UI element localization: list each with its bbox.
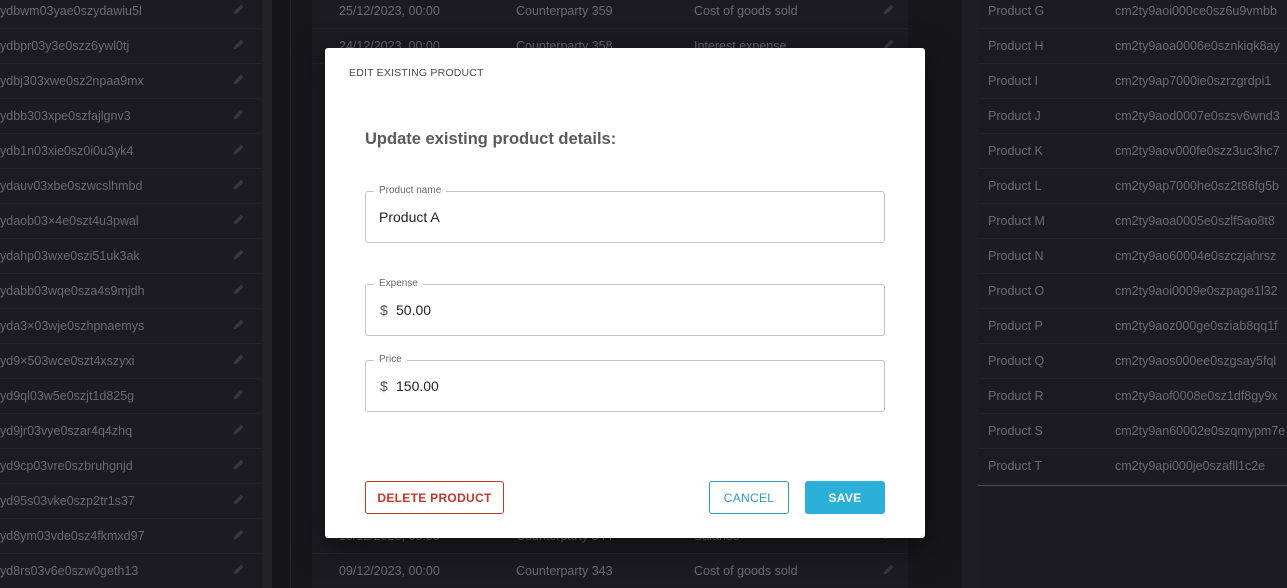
dialog-heading: Update existing product details:: [365, 130, 617, 148]
price-currency-prefix: $: [380, 378, 388, 394]
price-label: Price: [374, 354, 407, 366]
price-input[interactable]: [396, 378, 836, 394]
cancel-button[interactable]: CANCEL: [709, 481, 789, 514]
dialog-title: EDIT EXISTING PRODUCT: [349, 67, 484, 79]
save-button[interactable]: SAVE: [805, 481, 885, 514]
price-field[interactable]: Price $: [365, 354, 885, 412]
expense-input[interactable]: [396, 302, 836, 318]
product-name-input[interactable]: [379, 209, 819, 225]
expense-field[interactable]: Expense $: [365, 278, 885, 336]
expense-label: Expense: [374, 278, 423, 290]
product-name-label: Product name: [374, 185, 447, 197]
delete-product-button[interactable]: DELETE PRODUCT: [365, 481, 504, 514]
product-name-field[interactable]: Product name: [365, 185, 885, 243]
edit-product-dialog: EDIT EXISTING PRODUCT Update existing pr…: [325, 48, 925, 538]
expense-currency-prefix: $: [380, 302, 388, 318]
